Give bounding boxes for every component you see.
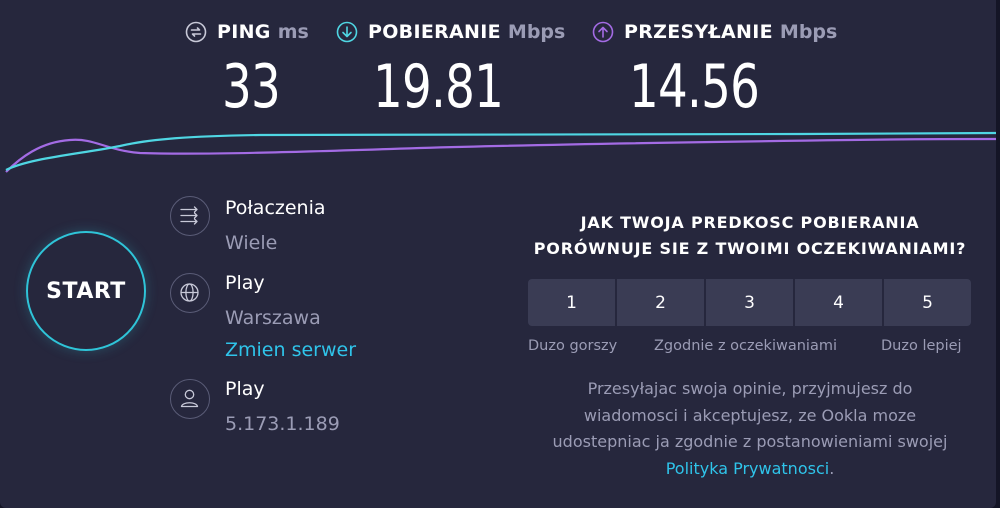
- ping-unit: ms: [277, 21, 309, 43]
- disclaimer-period: .: [829, 458, 835, 478]
- rating-scale: 1 2 3 4 5: [528, 279, 971, 326]
- ping-value: 33: [222, 52, 281, 122]
- provider-ip: 5.173.1.189: [225, 413, 340, 435]
- user-icon: [170, 379, 210, 419]
- download-speed-line: [5, 131, 996, 171]
- download-arrow-icon: [336, 21, 358, 43]
- connections-title: Połaczenia: [225, 197, 326, 219]
- rating-button-3[interactable]: 3: [706, 279, 795, 326]
- upload-label: PRZESYŁANIE: [624, 21, 773, 43]
- change-server-link[interactable]: Zmien serwer: [225, 339, 356, 361]
- globe-icon: [170, 273, 210, 313]
- survey-question: JAK TWOJA PREDKOSC POBIERANIA PORÓWNUJE …: [520, 210, 980, 262]
- start-label: START: [46, 278, 126, 304]
- rating-button-1[interactable]: 1: [528, 279, 617, 326]
- scale-label-high: Duzo lepiej: [881, 338, 962, 354]
- survey-question-line1: JAK TWOJA PREDKOSC POBIERANIA: [580, 213, 920, 232]
- speed-graph: [5, 131, 996, 173]
- disclaimer-line2: wiadomosci i akceptujesz, ze Ookla moze: [583, 405, 917, 425]
- ping-icon: [185, 21, 207, 43]
- privacy-policy-link[interactable]: Polityka Prywatnosci: [666, 459, 829, 478]
- upload-arrow-icon: [592, 21, 614, 43]
- upload-value: 14.56: [629, 52, 760, 122]
- disclaimer-line3: udostepniac ja zgodnie z postanowieniami…: [552, 432, 948, 451]
- rating-button-4[interactable]: 4: [795, 279, 884, 326]
- privacy-disclaimer: Przesyłajac swoja opinie, przyjmujesz do…: [520, 376, 980, 482]
- disclaimer-line4: Polityka Prywatnosci.: [520, 456, 980, 483]
- download-value: 19.81: [373, 52, 504, 122]
- connections-value: Wiele: [225, 232, 278, 254]
- upload-speed-line: [5, 137, 996, 173]
- upload-metric: PRZESYŁANIE Mbps 14.56: [592, 18, 838, 122]
- download-unit: Mbps: [507, 21, 566, 43]
- start-button[interactable]: START: [26, 231, 146, 351]
- connections-icon: [170, 196, 210, 236]
- rating-button-2[interactable]: 2: [617, 279, 706, 326]
- ping-label: PING: [217, 21, 271, 43]
- provider-title: Play: [225, 378, 265, 400]
- download-metric: POBIERANIE Mbps 19.81: [336, 18, 566, 122]
- results-panel: PING ms 33 POBIERANIE Mbps 19.81 PRZESYŁ…: [0, 0, 996, 508]
- upload-unit: Mbps: [779, 21, 838, 43]
- server-location: Warszawa: [225, 307, 321, 329]
- scale-label-low: Duzo gorszy: [528, 338, 618, 354]
- ping-metric: PING ms 33: [185, 18, 309, 122]
- rating-button-5[interactable]: 5: [884, 279, 971, 326]
- disclaimer-line1: Przesyłajac swoja opinie, przyjmujesz do: [587, 379, 913, 398]
- server-title: Play: [225, 272, 265, 294]
- survey-question-line2: PORÓWNUJE SIE Z TWOIMI OCZEKIWANIAMI?: [533, 239, 967, 258]
- scale-label-mid: Zgodnie z oczekiwaniami: [654, 338, 837, 354]
- download-label: POBIERANIE: [368, 21, 501, 43]
